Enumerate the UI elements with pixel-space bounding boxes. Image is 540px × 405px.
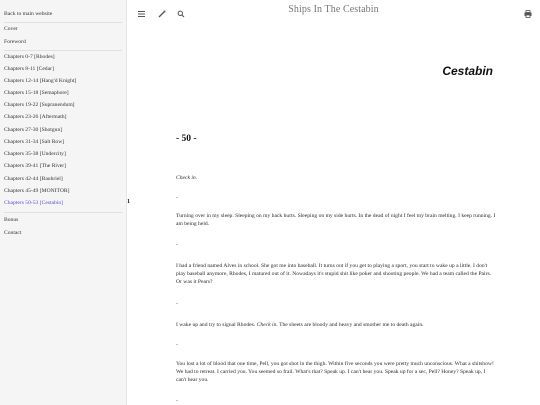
back-to-main-link[interactable]: Back to main website xyxy=(4,11,52,18)
chapter-number: - 50 - xyxy=(176,134,197,144)
sidebar-item-chapter-active[interactable]: Chapters 50-53 [Cestabin] xyxy=(4,200,63,207)
separator: - xyxy=(176,242,178,248)
sidebar-item-chapter[interactable]: Chapters 23-26 [Aftermath] xyxy=(4,114,66,121)
sidebar-item-bonus[interactable]: Bonus xyxy=(4,217,18,224)
paragraph: You lost a lot of blood that one time, P… xyxy=(176,361,494,383)
sidebar: Back to main website Cover Foreword Chap… xyxy=(0,0,127,405)
sidebar-item-chapter[interactable]: Chapters 31-34 [Salt Row] xyxy=(4,139,64,146)
paragraph: Turning over in my sleep. Sleeping on my… xyxy=(176,213,496,227)
sidebar-item-chapter[interactable]: Chapters 0-7 [Rhodes] xyxy=(4,54,55,61)
sidebar-item-contact[interactable]: Contact xyxy=(4,230,21,237)
sidebar-item-cover[interactable]: Cover xyxy=(4,26,18,33)
paragraph: I had a friend named Alves in school. Sh… xyxy=(176,263,492,285)
sidebar-item-chapter[interactable]: Chapters 15-18 [Semaphore] xyxy=(4,90,69,97)
sidebar-item-chapter[interactable]: Chapters 45-49 [MONITOR] xyxy=(4,188,69,195)
main-content: Ships In The Cestabin Cestabin - 50 - Ch… xyxy=(127,0,540,405)
page-marker: 1 xyxy=(127,199,130,205)
sidebar-divider xyxy=(4,22,122,23)
paragraph: I wake up and try to signal Rhodes. Chec… xyxy=(176,321,496,329)
separator: - xyxy=(176,195,178,201)
separator: - xyxy=(176,301,178,307)
print-icon[interactable] xyxy=(523,6,533,18)
separator: - xyxy=(176,398,178,404)
sidebar-divider xyxy=(4,212,122,213)
sidebar-item-chapter[interactable]: Chapters 35-38 [Undercity] xyxy=(4,151,66,158)
paragraph-text: The sheets are bloody and heavy and smot… xyxy=(279,322,424,328)
sidebar-divider xyxy=(4,50,122,51)
sidebar-item-chapter[interactable]: Chapters 19-22 [Supranendum] xyxy=(4,102,75,109)
paragraph-emphasis: Check in. xyxy=(256,322,278,328)
sidebar-item-chapter[interactable]: Chapters 39-41 [The River] xyxy=(4,163,66,170)
sidebar-item-chapter[interactable]: Chapters 42-44 [Bauhriel] xyxy=(4,176,63,183)
sidebar-item-chapter[interactable]: Chapters 12-14 [Hang'd Knight] xyxy=(4,78,76,85)
paragraph: Check in. xyxy=(176,175,198,181)
paragraph-text: I wake up and try to signal Rhodes. xyxy=(176,322,256,328)
sidebar-item-chapter[interactable]: Chapters 27-30 [Shotgun] xyxy=(4,127,62,134)
sidebar-item-foreword[interactable]: Foreword xyxy=(4,39,26,46)
sidebar-item-chapter[interactable]: Chapters 8-11 [Cedar] xyxy=(4,66,54,73)
part-title: Cestabin xyxy=(442,64,493,78)
book-title: Ships In The Cestabin xyxy=(288,4,379,15)
separator: - xyxy=(176,342,178,348)
